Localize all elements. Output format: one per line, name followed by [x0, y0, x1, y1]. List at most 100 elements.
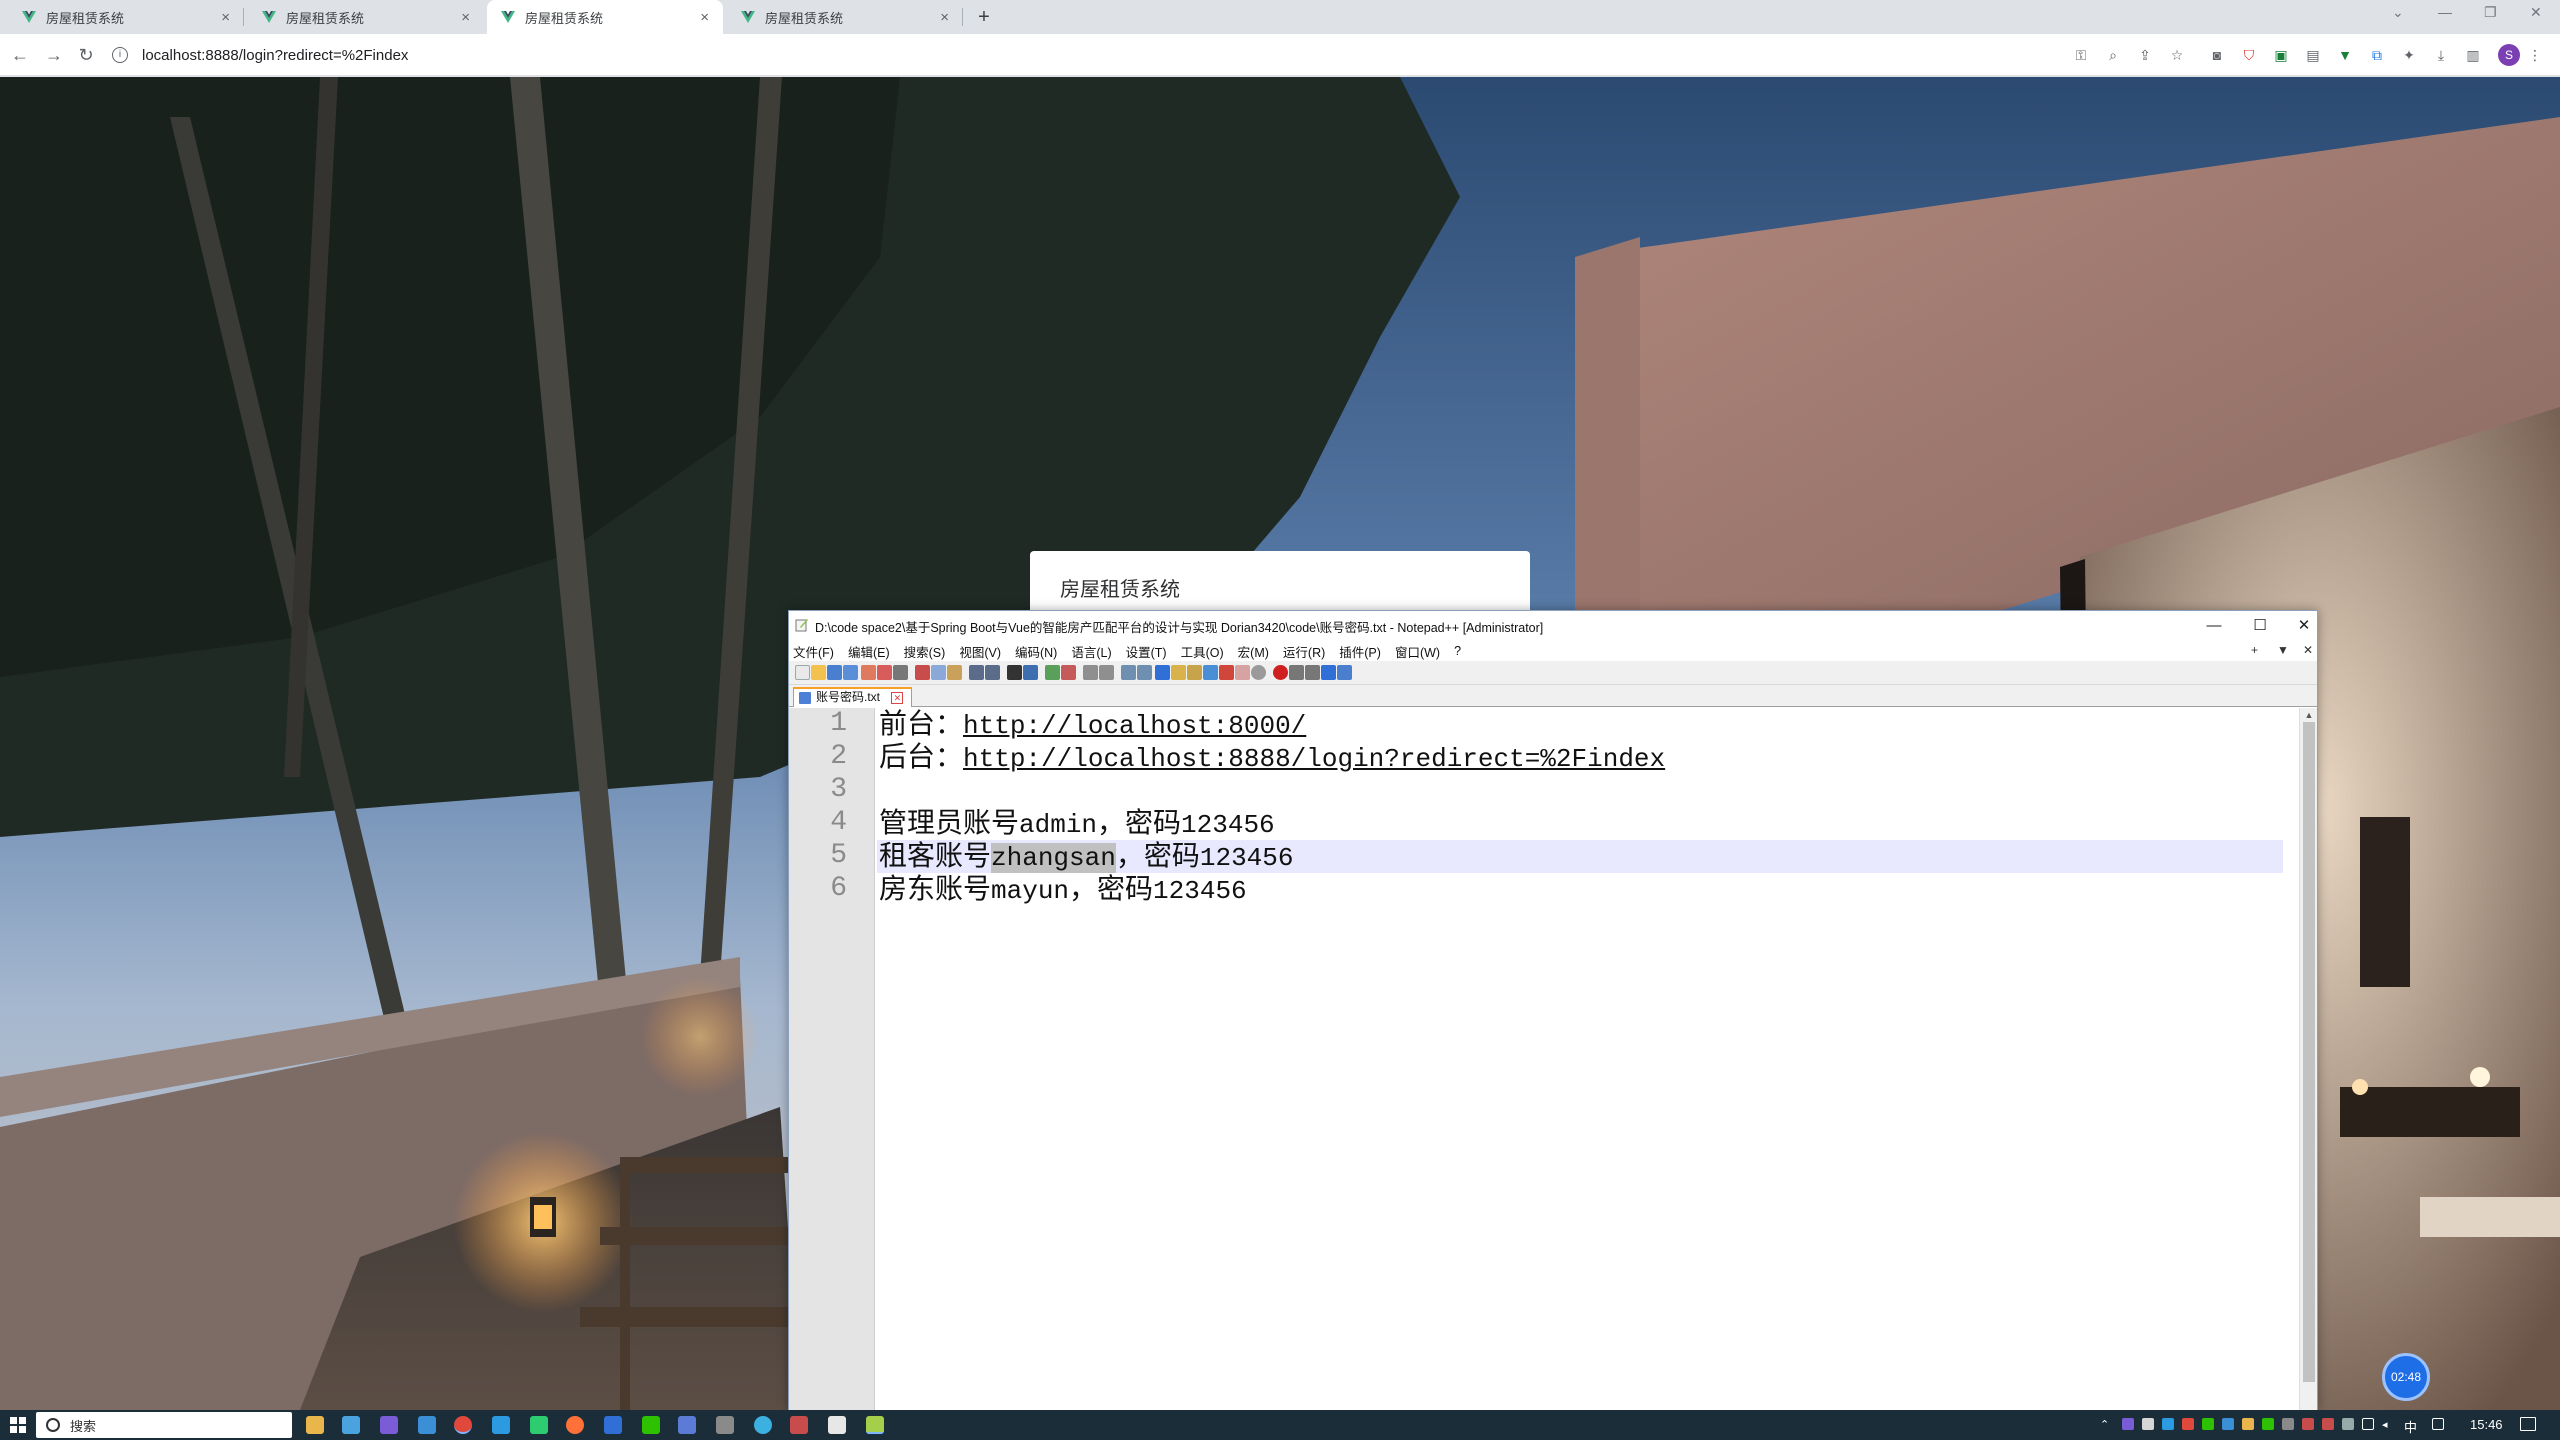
- taskbar-search-box[interactable]: 搜索: [36, 1412, 292, 1438]
- forward-arrow-icon[interactable]: →: [42, 43, 66, 67]
- shield-extension-icon[interactable]: ⛉: [2240, 46, 2258, 64]
- tray-app-icon[interactable]: [2342, 1418, 2354, 1430]
- menu-encoding[interactable]: 编码(N): [1015, 642, 1057, 661]
- firefox-icon[interactable]: [566, 1416, 584, 1434]
- zoom-in-icon[interactable]: [1045, 665, 1060, 680]
- editor-line-5-current[interactable]: 租客账号zhangsan，密码123456: [877, 840, 2283, 873]
- input-method-indicator[interactable]: 中: [2404, 1417, 2417, 1436]
- sync-vertical-icon[interactable]: [1083, 665, 1098, 680]
- scroll-up-arrow-icon[interactable]: ▲: [2300, 708, 2318, 722]
- editor-line-4[interactable]: 管理员账号admin，密码123456: [877, 807, 2283, 840]
- reload-icon[interactable]: ↻: [74, 43, 98, 67]
- bookmark-star-icon[interactable]: ☆: [2168, 46, 2186, 64]
- print-icon[interactable]: [893, 665, 908, 680]
- notepad-minimize-icon[interactable]: —: [2199, 615, 2229, 637]
- backend-url-link[interactable]: http://localhost:8888/login?redirect=%2F…: [963, 744, 1665, 774]
- back-arrow-icon[interactable]: ←: [8, 43, 32, 67]
- open-file-icon[interactable]: [811, 665, 826, 680]
- tray-app-icon[interactable]: [2262, 1418, 2274, 1430]
- undo-icon[interactable]: [969, 665, 984, 680]
- frontend-url-link[interactable]: http://localhost:8000/: [963, 711, 1306, 741]
- terminal-icon[interactable]: [716, 1416, 734, 1434]
- macro-stop-icon[interactable]: [1289, 665, 1304, 680]
- show-all-chars-icon[interactable]: [1137, 665, 1152, 680]
- new-file-icon[interactable]: [795, 665, 810, 680]
- editor-line-3[interactable]: [877, 774, 2283, 807]
- menu-close-doc-button[interactable]: ✕: [2303, 643, 2313, 657]
- tray-app-icon[interactable]: [2162, 1418, 2174, 1430]
- close-all-icon[interactable]: [877, 665, 892, 680]
- file-explorer-icon[interactable]: [306, 1416, 324, 1434]
- scrollbar-thumb[interactable]: [2303, 722, 2315, 1382]
- menu-window[interactable]: 窗口(W): [1395, 642, 1440, 661]
- folder-workspace-icon[interactable]: [1219, 665, 1234, 680]
- keyboard-layout-icon[interactable]: [2432, 1418, 2444, 1430]
- tray-wechat-icon[interactable]: [2202, 1418, 2214, 1430]
- notepad-close-icon[interactable]: ✕: [2289, 615, 2319, 637]
- settings-gear-icon[interactable]: [492, 1416, 510, 1434]
- eye-icon[interactable]: [1251, 665, 1266, 680]
- chrome-browser-icon[interactable]: [454, 1416, 472, 1434]
- network-icon[interactable]: [2362, 1418, 2374, 1430]
- menu-list-tabs-button[interactable]: ▼: [2277, 643, 2289, 657]
- paste-icon[interactable]: [947, 665, 962, 680]
- monitoring-icon[interactable]: [1235, 665, 1250, 680]
- redo-icon[interactable]: [985, 665, 1000, 680]
- browser-tab-3-active[interactable]: 房屋租赁系统 ×: [487, 0, 723, 34]
- wechat-icon[interactable]: [642, 1416, 660, 1434]
- translate-extension-icon[interactable]: ⧉: [2368, 46, 2386, 64]
- minimize-icon[interactable]: —: [2438, 4, 2452, 20]
- browser-tab-4[interactable]: 房屋租赁系统 ×: [727, 0, 963, 34]
- notepad-title-bar[interactable]: D:\code space2\基于Spring Boot与Vue的智能房产匹配平…: [789, 611, 2317, 641]
- vscode-icon[interactable]: [604, 1416, 622, 1434]
- tray-app-icon[interactable]: [2182, 1418, 2194, 1430]
- profile-avatar[interactable]: S: [2498, 44, 2520, 66]
- store-app-icon[interactable]: [342, 1416, 360, 1434]
- new-tab-button[interactable]: +: [972, 6, 996, 28]
- tab-close-icon[interactable]: ×: [461, 10, 470, 25]
- menu-run[interactable]: 运行(R): [1283, 642, 1325, 661]
- tray-app-icon[interactable]: [2302, 1418, 2314, 1430]
- menu-file[interactable]: 文件(F): [793, 642, 834, 661]
- editor-line-1[interactable]: 前台：http://localhost:8000/: [877, 708, 2283, 741]
- volume-icon[interactable]: ◂: [2382, 1418, 2394, 1431]
- macro-run-multiple-icon[interactable]: [1321, 665, 1336, 680]
- file-tab-close-icon[interactable]: ✕: [891, 692, 904, 704]
- tray-app-icon[interactable]: [2142, 1418, 2154, 1430]
- editor-line-2[interactable]: 后台：http://localhost:8888/login?redirect=…: [877, 741, 2283, 774]
- restore-icon[interactable]: ❐: [2484, 4, 2497, 21]
- menu-macro[interactable]: 宏(M): [1238, 642, 1269, 661]
- app-red-icon[interactable]: [790, 1416, 808, 1434]
- sync-horizontal-icon[interactable]: [1099, 665, 1114, 680]
- clipboard-extension-icon[interactable]: ▤: [2304, 46, 2322, 64]
- share-icon[interactable]: ⇪: [2136, 46, 2154, 64]
- menu-view[interactable]: 视图(V): [959, 642, 1001, 661]
- menu-edit[interactable]: 编辑(E): [848, 642, 890, 661]
- user-language-icon[interactable]: [1171, 665, 1186, 680]
- tab-close-icon[interactable]: ×: [700, 10, 709, 25]
- extension-green-icon[interactable]: ▣: [2272, 46, 2290, 64]
- tray-app-icon[interactable]: [2222, 1418, 2234, 1430]
- notepad-plus-plus-taskbar-icon[interactable]: [866, 1416, 884, 1434]
- editor-line-6[interactable]: 房东账号mayun，密码123456: [877, 873, 2283, 906]
- tab-search-chevron-icon[interactable]: ⌄: [2392, 4, 2404, 21]
- notepad-maximize-icon[interactable]: ☐: [2245, 615, 2275, 637]
- tray-app-icon[interactable]: [2242, 1418, 2254, 1430]
- key-icon[interactable]: ⚿: [2072, 46, 2090, 64]
- browser-tab-2[interactable]: 房屋租赁系统 ×: [248, 0, 484, 34]
- browser-tab-1[interactable]: 房屋租赁系统 ×: [8, 0, 244, 34]
- macro-record-icon[interactable]: [1273, 665, 1288, 680]
- zoom-icon[interactable]: ⌕: [2104, 46, 2122, 64]
- save-all-icon[interactable]: [843, 665, 858, 680]
- idea-icon[interactable]: [828, 1416, 846, 1434]
- menu-plugins[interactable]: 插件(P): [1339, 642, 1381, 661]
- windows-start-icon[interactable]: [10, 1417, 26, 1433]
- screenshot-camera-icon[interactable]: ◙: [2208, 46, 2226, 64]
- notification-center-icon[interactable]: [2520, 1417, 2536, 1431]
- menu-language[interactable]: 语言(L): [1071, 642, 1111, 661]
- word-wrap-icon[interactable]: [1121, 665, 1136, 680]
- side-panel-icon[interactable]: ▥: [2464, 46, 2482, 64]
- menu-help[interactable]: ?: [1454, 644, 1461, 658]
- function-list-icon[interactable]: [1203, 665, 1218, 680]
- recording-timer-badge[interactable]: 02:48: [2382, 1353, 2430, 1401]
